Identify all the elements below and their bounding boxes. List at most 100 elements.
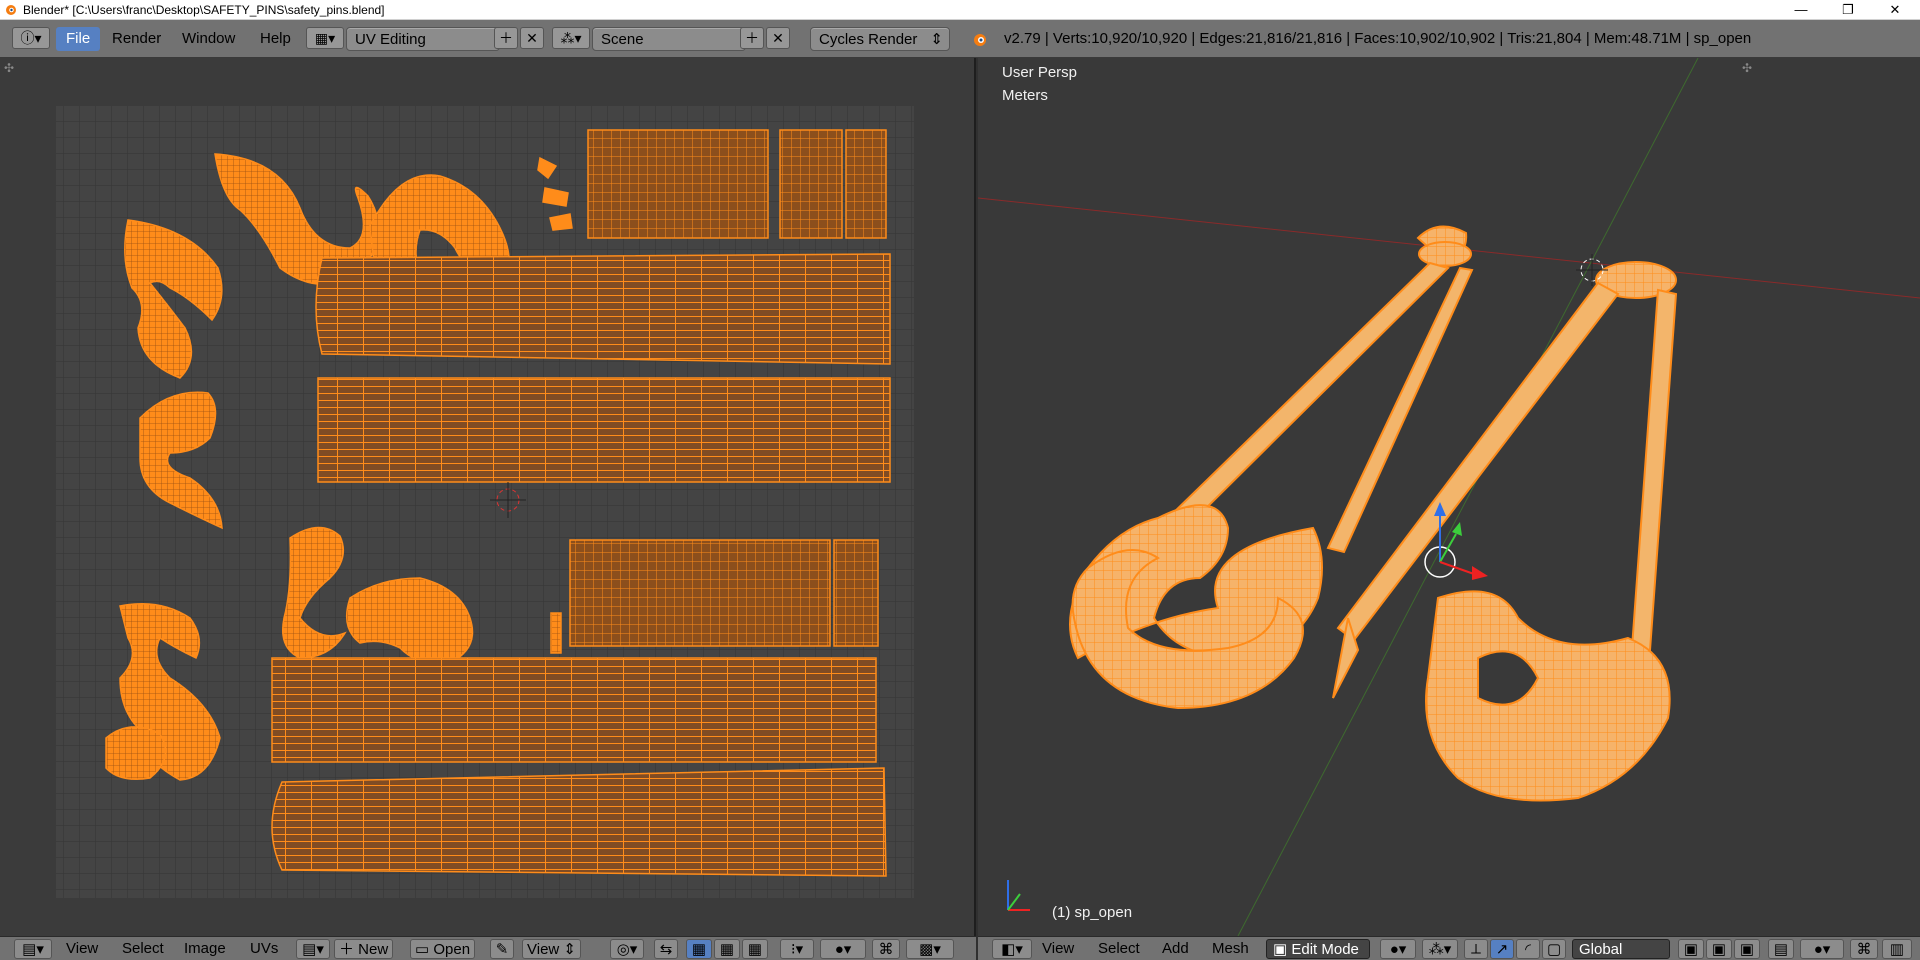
3d-editor-type-button[interactable]: ◧▾	[992, 939, 1032, 959]
add-icon: ＋	[499, 30, 513, 46]
open-image-button[interactable]: ▭ Open	[410, 939, 476, 959]
maximize-button[interactable]: ❐	[1827, 0, 1869, 20]
proportional-edit-dropdown[interactable]: ●▾	[820, 939, 866, 959]
minimize-button[interactable]: —	[1780, 0, 1822, 20]
window-title: Blender* [C:\Users\franc\Desktop\SAFETY_…	[23, 3, 385, 17]
image-editor-icon: ▤▾	[22, 941, 44, 958]
view3d-menu-mesh[interactable]: Mesh	[1212, 939, 1249, 959]
render-engine-dropdown[interactable]: Cycles Render ⇕	[810, 27, 950, 51]
safety-pin-right	[1332, 261, 1678, 802]
scene-browse-button[interactable]: ⁂▾	[552, 27, 590, 49]
uv-island	[569, 539, 831, 647]
translate-icon: ↗	[1495, 941, 1509, 958]
close-icon: ✕	[772, 30, 784, 46]
occlude-icon: ▤	[1773, 941, 1789, 958]
scale-manipulator-button[interactable]: ▢	[1542, 939, 1566, 959]
folder-icon: ▭	[415, 941, 434, 958]
vertex-select-mode-button[interactable]: ▣	[1678, 939, 1704, 959]
rotate-manipulator-button[interactable]: ◜	[1516, 939, 1540, 959]
snap-button[interactable]: ⌘	[872, 939, 900, 959]
uv-island	[779, 129, 843, 239]
shading-icon: ●▾	[1389, 941, 1407, 958]
menu-help[interactable]: Help	[250, 27, 301, 51]
uv-menu-image[interactable]: Image	[184, 939, 226, 959]
info-editor-icon: ⓘ▾	[20, 30, 42, 46]
occlude-geometry-button[interactable]: ▤	[1768, 939, 1794, 959]
uv-island	[271, 657, 877, 763]
uv-island	[105, 726, 167, 780]
menu-window[interactable]: Window	[172, 27, 245, 51]
edge-select-icon: ▦	[719, 941, 735, 958]
unit-system: Meters	[1002, 87, 1048, 104]
info-editor-type-button[interactable]: ⓘ▾	[12, 27, 50, 49]
translate-manipulator-button[interactable]: ↗	[1490, 939, 1514, 959]
edge-select-icon: ▣	[1711, 941, 1727, 958]
uv-island	[271, 767, 887, 877]
close-window-button[interactable]: ✕	[1874, 0, 1916, 20]
axis-gizmo	[1007, 880, 1030, 911]
screen-layout-field[interactable]: UV Editing	[346, 27, 500, 51]
view3d-menu-view[interactable]: View	[1042, 939, 1074, 959]
add-screen-button[interactable]: ＋	[494, 27, 518, 49]
snap-element-dropdown[interactable]: ▥	[1882, 939, 1912, 959]
uv-island	[315, 253, 891, 365]
pin-button[interactable]: ✎	[490, 939, 514, 959]
face-select-button[interactable]: ▦	[742, 939, 768, 959]
manipulator-toggle[interactable]: ⟂	[1464, 939, 1488, 959]
3d-viewport[interactable]: ✣ User Persp Meters (1) sp_open	[977, 57, 1920, 937]
delete-scene-button[interactable]: ✕	[766, 27, 790, 49]
uv-island	[833, 539, 879, 647]
close-icon: ✕	[526, 30, 538, 46]
snap-target-icon: ▩▾	[919, 941, 941, 958]
menu-render[interactable]: Render	[102, 27, 171, 51]
sticky-mode-dropdown[interactable]: ⁝▾	[780, 939, 814, 959]
uv-menu-uvs[interactable]: UVs	[250, 939, 278, 959]
add-scene-button[interactable]: ＋	[740, 27, 764, 49]
active-object-label: (1) sp_open	[1052, 904, 1133, 921]
view-mode-dropdown[interactable]: View ⇕	[522, 939, 581, 959]
sync-selection-button[interactable]: ⇆	[654, 939, 678, 959]
view3d-menu-select[interactable]: Select	[1098, 939, 1140, 959]
new-image-label: New	[358, 941, 389, 958]
view-name: User Persp	[1002, 64, 1078, 81]
interaction-mode-dropdown[interactable]: ▣ Edit Mode	[1266, 939, 1370, 959]
edge-select-button[interactable]: ▦	[714, 939, 740, 959]
vertex-select-button[interactable]: ▦	[686, 939, 712, 959]
uv-canvas[interactable]: ✣	[0, 58, 976, 936]
uv-editor-header: ▤▾ View Select Image UVs ▤▾ ＋ New ▭ Open…	[0, 936, 976, 960]
3d-canvas[interactable]: ✣	[977, 57, 1920, 937]
face-select-mode-button[interactable]: ▣	[1734, 939, 1760, 959]
sticky-icon: ⁝▾	[790, 941, 804, 958]
image-browse-button[interactable]: ▤▾	[296, 939, 330, 959]
view3d-menu-add[interactable]: Add	[1162, 939, 1189, 959]
vertex-select-icon: ▣	[1683, 941, 1699, 958]
rotate-icon: ◜	[1525, 941, 1531, 958]
delete-screen-button[interactable]: ✕	[520, 27, 544, 49]
uv-menu-select[interactable]: Select	[122, 939, 164, 959]
viewport-shading-dropdown[interactable]: ●▾	[1380, 939, 1416, 959]
tool-toggle-left[interactable]: ✣	[4, 61, 14, 75]
pivot-point-dropdown[interactable]: ⁂▾	[1422, 939, 1458, 959]
proportional-editing-dropdown[interactable]: ●▾	[1800, 939, 1844, 959]
editor-type-button[interactable]: ▤▾	[14, 939, 52, 959]
title-bar: Blender* [C:\Users\franc\Desktop\SAFETY_…	[0, 0, 1920, 20]
image-editor-icon: ▤▾	[302, 941, 324, 958]
blender-render-icon	[974, 34, 986, 46]
uv-menu-view[interactable]: View	[66, 939, 98, 959]
pin-icon: ✎	[495, 941, 509, 958]
vertex-select-icon: ▦	[691, 941, 707, 958]
snap-target-dropdown[interactable]: ▩▾	[906, 939, 954, 959]
new-image-button[interactable]: ＋ New	[334, 939, 394, 959]
snap-icon: ⌘	[1856, 941, 1872, 958]
menu-file[interactable]: File	[56, 27, 101, 51]
uv-image-editor[interactable]: ✣	[0, 58, 976, 936]
snap-toggle[interactable]: ⌘	[1850, 939, 1878, 959]
scene-field[interactable]: Scene	[592, 27, 746, 51]
tool-toggle-right[interactable]: ✣	[1742, 61, 1752, 75]
transform-orientation-dropdown[interactable]: Global	[1572, 939, 1670, 959]
snap-icon: ⌘	[878, 941, 894, 958]
screen-layout-icon: ▦▾	[314, 30, 336, 46]
screen-layout-browse-button[interactable]: ▦▾	[306, 27, 344, 49]
pivot-dropdown[interactable]: ◎▾	[610, 939, 644, 959]
edge-select-mode-button[interactable]: ▣	[1706, 939, 1732, 959]
